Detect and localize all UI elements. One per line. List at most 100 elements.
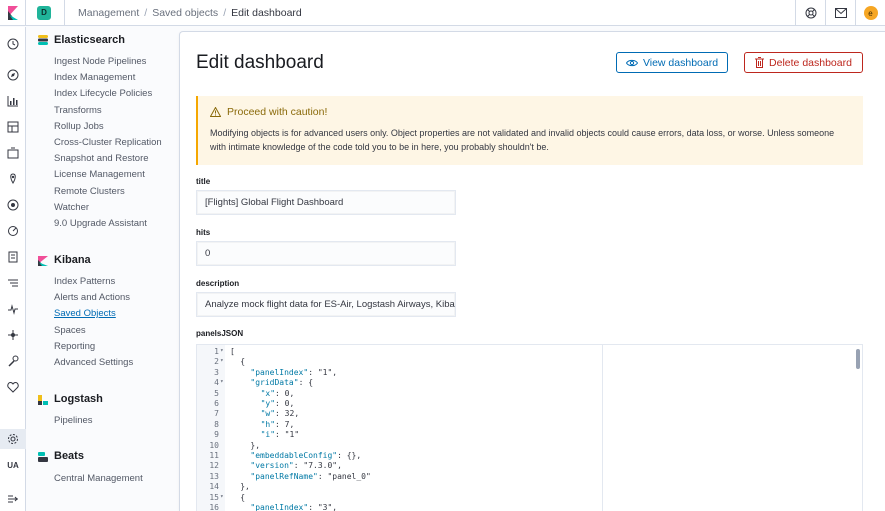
code-line: 1 ▾ [: [197, 347, 602, 357]
code-line: 12 "version": "7.3.0",: [197, 461, 602, 471]
callout-body: Modifying objects is for advanced users …: [210, 128, 835, 152]
warning-icon: [210, 107, 221, 117]
code-key: "gridData": [250, 378, 299, 388]
nav-saved-objects[interactable]: Saved Objects: [54, 308, 116, 319]
callout-title: Proceed with caution!: [227, 106, 328, 118]
apm-icon[interactable]: [0, 273, 26, 293]
code-text: "gridData": {: [250, 378, 313, 387]
nav-pipelines[interactable]: Pipelines: [54, 415, 93, 426]
code-key: "embeddableConfig": [250, 451, 338, 460]
nav-rail: UA: [0, 27, 26, 511]
code-key: "y": [260, 399, 276, 408]
delete-dashboard-button[interactable]: Delete dashboard: [744, 52, 863, 73]
nav-reporting[interactable]: Reporting: [54, 341, 95, 352]
code-value: : 32,: [275, 409, 300, 419]
ml-icon[interactable]: [0, 195, 26, 215]
space-avatar[interactable]: D: [37, 5, 51, 20]
fold-toggle-icon[interactable]: ▾: [220, 347, 224, 354]
code-key: "x": [260, 388, 276, 398]
panels-json-editor[interactable]: 1 ▾[2 ▾{3 "panelIndex": "1", 4 ▾ "gridData": {…: [196, 344, 863, 511]
help-button[interactable]: [795, 0, 825, 26]
dock-icon[interactable]: [0, 489, 26, 509]
dashboard-icon[interactable]: [0, 117, 26, 137]
kibana-logo-icon[interactable]: [0, 0, 26, 26]
newsfeed-button[interactable]: [825, 0, 855, 26]
breadcrumb-saved-objects[interactable]: Saved objects: [152, 7, 218, 19]
logs-icon[interactable]: [0, 247, 26, 267]
title-field[interactable]: [Flights] Global Flight Dashboard: [196, 190, 456, 215]
code-text: "version": "7.3.0",: [250, 461, 342, 470]
management-sidenav: Elasticsearch Ingest Node Pipelines Inde…: [26, 27, 178, 511]
nav-remote-clusters[interactable]: Remote Clusters: [54, 186, 125, 197]
code-line: 13 "panelRefName": "panel_0": [197, 472, 602, 482]
field-label-title: title: [196, 177, 211, 186]
siem-icon[interactable]: [0, 325, 26, 345]
code-line: 9 "i": "1": [197, 430, 602, 440]
breadcrumb-management[interactable]: Management: [78, 7, 139, 19]
nav-central-management[interactable]: Central Management: [54, 473, 143, 484]
uptime-icon[interactable]: [0, 299, 26, 319]
nav-alerts-and-actions[interactable]: Alerts and Actions: [54, 292, 130, 303]
line-number: 12: [209, 461, 219, 471]
visualize-icon[interactable]: [0, 91, 26, 111]
field-label-hits: hits: [196, 228, 211, 237]
top-header: D Management / Saved objects / Edit dash…: [0, 0, 885, 26]
nav-rollup-jobs[interactable]: Rollup Jobs: [54, 121, 104, 132]
line-number: 15: [209, 492, 219, 502]
nav-cross-cluster-replication[interactable]: Cross-Cluster Replication: [54, 137, 162, 148]
stack-monitoring-icon[interactable]: [0, 377, 26, 397]
section-title-beats: Beats: [54, 450, 84, 462]
print-margin: [602, 345, 603, 511]
nav-upgrade-assistant[interactable]: 9.0 Upgrade Assistant: [54, 218, 147, 229]
canvas-icon[interactable]: [0, 143, 26, 163]
section-title-elasticsearch: Elasticsearch: [54, 34, 125, 46]
nav-advanced-settings[interactable]: Advanced Settings: [54, 357, 133, 368]
code-value: : {},: [337, 451, 362, 460]
nav-ingest-node-pipelines[interactable]: Ingest Node Pipelines: [54, 56, 146, 67]
view-dashboard-button[interactable]: View dashboard: [616, 52, 728, 73]
nav-index-lifecycle-policies[interactable]: Index Lifecycle Policies: [54, 88, 152, 99]
edit-object-panel: Edit dashboard View dashboard Delete das…: [179, 31, 885, 511]
line-number: 2: [214, 357, 219, 367]
code-value: : "3",: [308, 503, 338, 511]
user-menu-button[interactable]: e: [855, 0, 885, 26]
line-number: 16: [209, 503, 219, 511]
code-value: : "1",: [308, 367, 338, 377]
fold-toggle-icon[interactable]: ▾: [220, 378, 224, 385]
nav-license-management[interactable]: License Management: [54, 169, 145, 180]
ua-item[interactable]: UA: [0, 455, 26, 475]
avatar: e: [863, 6, 878, 20]
trash-icon: [755, 57, 765, 68]
caution-callout: Proceed with caution! Modifying objects …: [196, 96, 863, 165]
code-line: 3 "panelIndex": "1",: [197, 368, 602, 378]
editor-scrollbar[interactable]: [856, 349, 860, 369]
description-field[interactable]: Analyze mock flight data for ES-Air, Log…: [196, 292, 456, 317]
code-text: "h": 7,: [261, 420, 295, 429]
beats-icon: [38, 452, 48, 462]
line-number: 11: [209, 451, 219, 460]
kibana-icon: [38, 256, 48, 266]
code-key: "panelRefName": [250, 471, 318, 481]
metrics-icon[interactable]: [0, 221, 26, 241]
field-label-description: description: [196, 279, 240, 288]
nav-watcher[interactable]: Watcher: [54, 202, 89, 213]
code-key: "i": [260, 430, 276, 440]
nav-transforms[interactable]: Transforms: [54, 105, 102, 116]
recent-icon[interactable]: [0, 34, 26, 54]
code-lines: 1 ▾[2 ▾{3 "panelIndex": "1", 4 ▾ "gridData": {…: [197, 345, 602, 511]
line-number: 4: [214, 378, 219, 388]
fold-toggle-icon[interactable]: ▾: [220, 357, 224, 364]
maps-icon[interactable]: [0, 169, 26, 189]
dev-tools-icon[interactable]: [0, 351, 26, 371]
code-text: },: [250, 440, 261, 450]
nav-spaces[interactable]: Spaces: [54, 325, 86, 336]
nav-snapshot-and-restore[interactable]: Snapshot and Restore: [54, 153, 149, 164]
nav-index-patterns[interactable]: Index Patterns: [54, 276, 115, 287]
hits-field[interactable]: 0: [196, 241, 456, 266]
nav-index-management[interactable]: Index Management: [54, 72, 135, 83]
fold-toggle-icon[interactable]: ▾: [220, 493, 224, 500]
callout-title-row: Proceed with caution!: [210, 106, 851, 118]
management-icon[interactable]: [0, 429, 26, 449]
code-key: "version": [250, 461, 294, 471]
discover-icon[interactable]: [0, 65, 26, 85]
